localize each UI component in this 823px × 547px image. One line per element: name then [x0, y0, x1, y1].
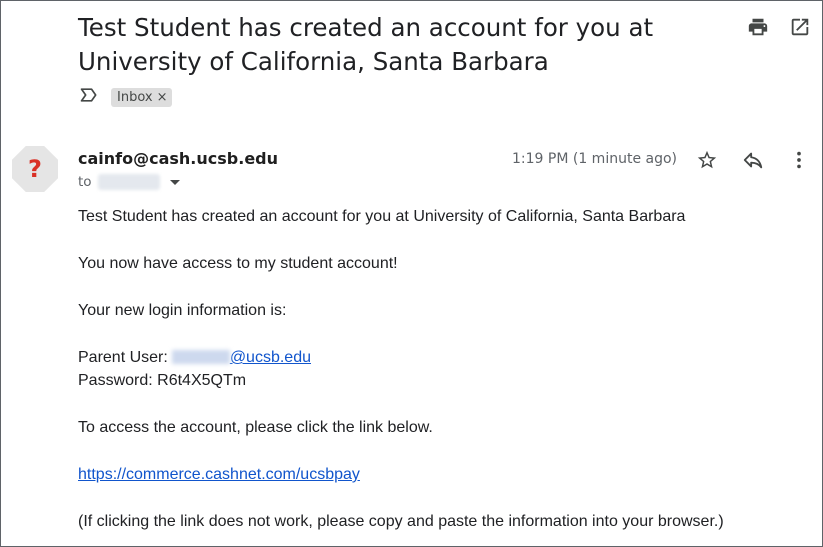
- body-line-instructions: To access the account, please click the …: [78, 419, 433, 436]
- print-icon[interactable]: [746, 15, 770, 39]
- recipient-redacted: [97, 174, 160, 190]
- message-actions: [695, 148, 811, 172]
- avatar: ?: [12, 146, 58, 192]
- inbox-label-text: Inbox: [117, 90, 153, 105]
- body-line-parent-user: Parent User: @ucsb.edu: [78, 348, 311, 367]
- remove-label-icon[interactable]: ×: [157, 90, 168, 105]
- body-line-password: Password: R6t4X5QTm: [78, 372, 247, 389]
- message-timestamp: 1:19 PM (1 minute ago): [512, 151, 677, 167]
- parent-user-label: Parent User:: [78, 349, 168, 366]
- cashnet-link[interactable]: https://commerce.cashnet.com/ucsbpay: [78, 466, 360, 483]
- inbox-label-chip[interactable]: Inbox ×: [111, 88, 173, 107]
- star-icon[interactable]: [695, 148, 719, 172]
- unknown-sender-icon: ?: [28, 155, 42, 183]
- body-line-access: You now have access to my student accoun…: [78, 255, 398, 272]
- email-subject: Test Student has created an account for …: [78, 11, 698, 79]
- sender-email[interactable]: cainfo@cash.ucsb.edu: [78, 149, 278, 168]
- body-line-intro: Test Student has created an account for …: [78, 208, 686, 225]
- recipient-row: to: [78, 174, 180, 190]
- thread-actions: [746, 15, 812, 39]
- importance-marker-icon[interactable]: [79, 85, 99, 110]
- body-line-link: https://commerce.cashnet.com/ucsbpay: [78, 465, 360, 484]
- to-label: to: [78, 174, 92, 190]
- parent-user-email-link[interactable]: @ucsb.edu: [230, 349, 311, 366]
- body-line-fallback: (If clicking the link does not work, ple…: [78, 513, 724, 530]
- reply-icon[interactable]: [741, 148, 765, 172]
- label-row: Inbox ×: [79, 85, 173, 110]
- subject-line-2: University of California, Santa Barbara: [78, 47, 549, 76]
- open-in-new-window-icon[interactable]: [788, 15, 812, 39]
- show-details-icon[interactable]: [169, 179, 180, 185]
- subject-line-1: Test Student has created an account for …: [78, 13, 654, 42]
- email-view: Test Student has created an account for …: [0, 0, 823, 547]
- more-vert-icon[interactable]: [787, 148, 811, 172]
- body-line-login-info: Your new login information is:: [78, 302, 287, 319]
- parent-user-redacted: [171, 350, 230, 364]
